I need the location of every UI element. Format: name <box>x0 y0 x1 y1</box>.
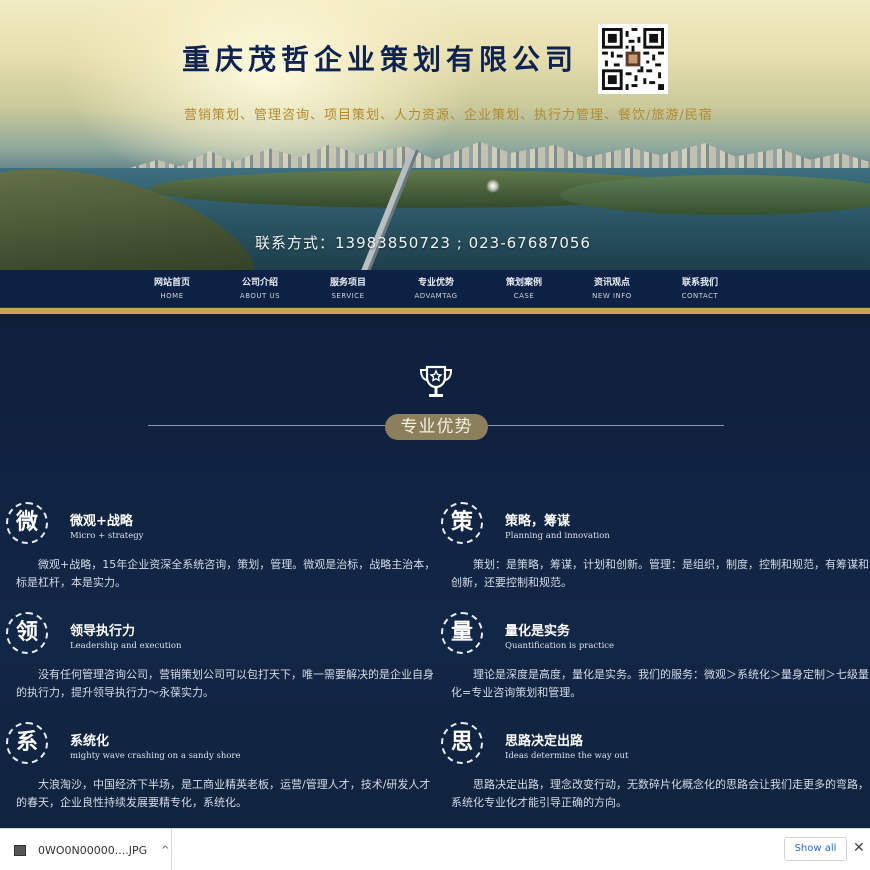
feature-title: 系统化 <box>70 734 110 749</box>
feature-subtitle: Quantification is practice <box>505 641 615 651</box>
banner: 重庆茂哲企业策划有限公司 营销策划、管理咨询、项目策划、人力资源、企业策划、执行… <box>0 0 870 270</box>
feature-body: 策划：是策略，筹谋，计划和创新。管理：是组织，制度，控制和规范，有筹谋和创新，还… <box>451 558 869 589</box>
nav-label: 服务项目 <box>329 278 366 288</box>
download-item[interactable]: 0WO0N00000....JPG ^ <box>10 829 172 870</box>
feature-title: 量化是实务 <box>505 624 571 639</box>
feature-title: 微观+战略 <box>70 514 133 529</box>
feature-title: 策略，筹谋 <box>505 514 571 529</box>
qr-code <box>598 24 668 94</box>
feature-title: 领导执行力 <box>70 624 136 639</box>
feature-char-badge: 微 <box>6 502 48 544</box>
nav-label: 网站首页 <box>153 278 190 288</box>
download-bar: 0WO0N00000....JPG ^ Show all ✕ <box>0 828 870 870</box>
nav-label: 联系我们 <box>681 278 718 288</box>
nav-label: 专业优势 <box>417 278 454 288</box>
trophy-icon <box>419 365 453 397</box>
nav-sublabel: SERVICE <box>331 292 365 300</box>
nav-label: 策划案例 <box>505 278 542 288</box>
download-file-name: 0WO0N00000....JPG <box>38 843 148 857</box>
nav-sublabel: ABOUT US <box>239 292 281 300</box>
nav-item-service[interactable]: 服务项目 SERVICE <box>304 270 392 308</box>
services-tagline: 营销策划、管理咨询、项目策划、人力资源、企业策划、执行力管理、餐饮/旅游/民宿 <box>184 108 713 123</box>
feature-body: 大浪淘沙，中国经济下半场，是工商业精英老板，运营/管理人才，技术/研发人才的春天… <box>16 778 431 809</box>
main-nav: 网站首页 HOME 公司介绍 ABOUT US 服务项目 SERVICE 专业优… <box>0 270 870 308</box>
feature-body: 没有任何管理咨询公司，营销策划公司可以包打天下，唯一需要解决的是企业自身的执行力… <box>16 668 434 699</box>
feature-body: 思路决定出路，理念改变行动，无数碎片化概念化的思路会让我们走更多的弯路，系统化专… <box>451 778 869 809</box>
feature-title: 思路决定出路 <box>505 734 584 749</box>
qr-code-icon <box>602 28 664 90</box>
nav-sublabel: HOME <box>160 292 184 300</box>
section-title: 专业优势 <box>385 414 488 440</box>
nav-sublabel: ADVAMTAG <box>414 292 458 300</box>
nav-list: 网站首页 HOME 公司介绍 ABOUT US 服务项目 SERVICE 专业优… <box>128 270 744 308</box>
feature-subtitle: Leadership and execution <box>70 641 182 651</box>
nav-item-home[interactable]: 网站首页 HOME <box>128 270 216 308</box>
nav-item-news[interactable]: 资讯观点 NEW INFO <box>568 270 656 308</box>
feature-char-badge: 系 <box>6 722 48 764</box>
contact-info: 联系方式：13983850723 ; 023-67687056 <box>255 234 591 252</box>
light-flare <box>486 179 500 193</box>
chevron-up-icon[interactable]: ^ <box>161 845 169 856</box>
feature-body: 理论是深度是高度，量化是实务。我们的服务：微观＞系统化＞量身定制＞七级量化=专业… <box>451 668 869 699</box>
feature-char-badge: 量 <box>441 612 483 654</box>
nav-label: 公司介绍 <box>241 278 278 288</box>
nav-item-contact[interactable]: 联系我们 CONTACT <box>656 270 744 308</box>
nav-label: 资讯观点 <box>593 278 630 288</box>
close-icon[interactable]: ✕ <box>853 840 865 856</box>
feature-char-badge: 策 <box>441 502 483 544</box>
nav-item-advantage[interactable]: 专业优势 ADVAMTAG <box>392 270 480 308</box>
nav-sublabel: CONTACT <box>681 292 719 300</box>
company-title: 重庆茂哲企业策划有限公司 <box>182 43 579 76</box>
nav-item-about[interactable]: 公司介绍 ABOUT US <box>216 270 304 308</box>
feature-char-badge: 领 <box>6 612 48 654</box>
nav-item-case[interactable]: 策划案例 CASE <box>480 270 568 308</box>
feature-char-badge: 思 <box>441 722 483 764</box>
feature-subtitle: mighty wave crashing on a sandy shore <box>70 751 241 761</box>
nav-sublabel: CASE <box>513 292 535 300</box>
image-file-icon <box>14 844 26 856</box>
feature-subtitle: Micro + strategy <box>70 531 144 541</box>
feature-body: 微观+战略，15年企业资深全系统咨询，策划，管理。微观是治标，战略主治本，标是杠… <box>16 558 436 589</box>
show-all-button[interactable]: Show all <box>784 837 847 861</box>
feature-subtitle: Planning and innovation <box>505 531 610 541</box>
feature-subtitle: Ideas determine the way out <box>505 751 629 761</box>
nav-sublabel: NEW INFO <box>592 292 632 300</box>
